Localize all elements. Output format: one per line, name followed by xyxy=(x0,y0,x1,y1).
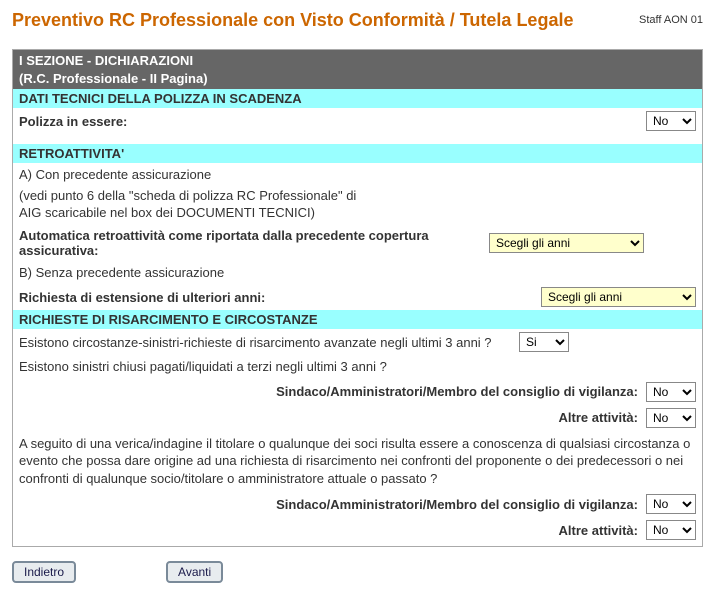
q2-label: Esistono sinistri chiusi pagati/liquidat… xyxy=(13,355,702,379)
retro-auto-select[interactable]: Scegli gli anni xyxy=(489,233,644,253)
page-title: Preventivo RC Professionale con Visto Co… xyxy=(12,10,573,31)
next-button[interactable]: Avanti xyxy=(166,561,223,583)
form-container: I SEZIONE - DICHIARAZIONI (R.C. Professi… xyxy=(12,49,703,547)
retro-a-label: A) Con precedente assicurazione xyxy=(13,163,702,187)
retro-auto-label: Automatica retroattività come riportata … xyxy=(19,228,489,258)
risarcimento-header: RICHIESTE DI RISARCIMENTO E CIRCOSTANZE xyxy=(13,310,702,329)
q3-sindaco-select[interactable]: No xyxy=(646,494,696,514)
q3-label: A seguito di una verica/indagine il tito… xyxy=(13,431,702,492)
polizza-label: Polizza in essere: xyxy=(19,114,646,129)
q3-sindaco-label: Sindaco/Amministratori/Membro del consig… xyxy=(19,497,646,512)
retro-b-label: B) Senza precedente assicurazione xyxy=(13,261,702,285)
q2-sindaco-label: Sindaco/Amministratori/Membro del consig… xyxy=(19,384,646,399)
back-button[interactable]: Indietro xyxy=(12,561,76,583)
q2-altre-select[interactable]: No xyxy=(646,408,696,428)
q3-altre-label: Altre attività: xyxy=(19,523,646,538)
section-header: I SEZIONE - DICHIARAZIONI (R.C. Professi… xyxy=(13,50,702,89)
retro-a-note2: AIG scaricabile nel box dei DOCUMENTI TE… xyxy=(13,204,702,225)
section-title-line1: I SEZIONE - DICHIARAZIONI xyxy=(19,52,696,70)
retro-a-note1: (vedi punto 6 della "scheda di polizza R… xyxy=(13,187,702,205)
q1-label: Esistono circostanze-sinistri-richieste … xyxy=(19,335,519,350)
retro-header: RETROATTIVITA' xyxy=(13,144,702,163)
q3-altre-select[interactable]: No xyxy=(646,520,696,540)
staff-label: Staff AON 01 xyxy=(639,10,703,26)
section-title-line2: (R.C. Professionale - II Pagina) xyxy=(19,70,696,88)
q2-altre-label: Altre attività: xyxy=(19,410,646,425)
q1-select[interactable]: Si xyxy=(519,332,569,352)
retro-ext-label: Richiesta di estensione di ulteriori ann… xyxy=(19,290,541,305)
dati-tecnici-header: DATI TECNICI DELLA POLIZZA IN SCADENZA xyxy=(13,89,702,108)
polizza-select[interactable]: No xyxy=(646,111,696,131)
q2-sindaco-select[interactable]: No xyxy=(646,382,696,402)
retro-ext-select[interactable]: Scegli gli anni xyxy=(541,287,696,307)
